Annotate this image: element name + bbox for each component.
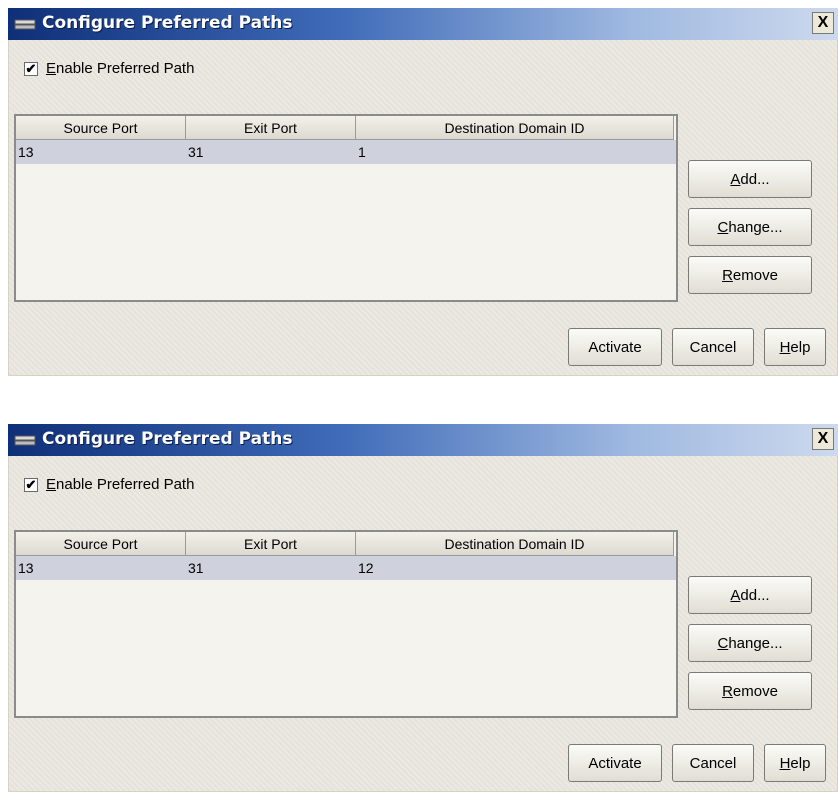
- label-mnemonic: E: [46, 60, 57, 77]
- help-mnemonic: H: [779, 338, 791, 356]
- enable-preferred-path-checkbox[interactable]: ✔: [24, 61, 38, 76]
- add-button[interactable]: Add...: [688, 576, 812, 614]
- remove-label: emove: [732, 266, 778, 284]
- checkmark-icon: ✔: [25, 477, 37, 492]
- cell-exit-port: 31: [188, 560, 204, 576]
- configure-preferred-paths-dialog: Configure Preferred Paths X ✔ Enable Pre…: [8, 8, 838, 376]
- table-header: Source Port Exit Port Destination Domain…: [16, 116, 676, 140]
- cell-exit-port: 31: [188, 144, 204, 160]
- cell-destination-domain-id: 1: [358, 144, 366, 160]
- column-header-source-port[interactable]: Source Port: [16, 532, 186, 556]
- configure-preferred-paths-dialog: Configure Preferred Paths X ✔ Enable Pre…: [8, 424, 838, 792]
- window-app-icon: [14, 435, 36, 446]
- column-header-exit-port[interactable]: Exit Port: [186, 532, 356, 556]
- bottom-buttons: Activate Cancel Help: [568, 744, 826, 782]
- title-bar[interactable]: Configure Preferred Paths X: [8, 8, 838, 40]
- column-header-destination-domain-id[interactable]: Destination Domain ID: [356, 532, 674, 556]
- dialog-title: Configure Preferred Paths: [42, 429, 293, 449]
- change-label: hange...: [728, 218, 783, 236]
- add-button[interactable]: Add...: [688, 160, 812, 198]
- help-button[interactable]: Help: [764, 744, 826, 782]
- change-mnemonic: C: [717, 634, 729, 652]
- help-label: elp: [790, 754, 811, 772]
- enable-preferred-path-row[interactable]: ✔ Enable Preferred Path: [24, 60, 194, 77]
- preferred-paths-table[interactable]: Source Port Exit Port Destination Domain…: [14, 114, 678, 302]
- help-label: elp: [790, 338, 811, 356]
- add-label: dd...: [740, 170, 770, 188]
- side-buttons: Add... Change... Remove: [688, 576, 812, 710]
- column-header-exit-port[interactable]: Exit Port: [186, 116, 356, 140]
- checkmark-icon: ✔: [25, 61, 37, 76]
- remove-mnemonic: R: [722, 682, 733, 700]
- add-mnemonic: A: [730, 170, 741, 188]
- help-button[interactable]: Help: [764, 328, 826, 366]
- column-header-destination-domain-id[interactable]: Destination Domain ID: [356, 116, 674, 140]
- change-mnemonic: C: [717, 218, 729, 236]
- label-rest: nable Preferred Path: [56, 476, 195, 493]
- remove-button[interactable]: Remove: [688, 672, 812, 710]
- cell-source-port: 13: [18, 560, 34, 576]
- side-buttons: Add... Change... Remove: [688, 160, 812, 294]
- activate-button[interactable]: Activate: [568, 328, 662, 366]
- enable-preferred-path-label[interactable]: Enable Preferred Path: [46, 476, 194, 493]
- label-rest: nable Preferred Path: [56, 60, 195, 77]
- activate-button[interactable]: Activate: [568, 744, 662, 782]
- table-row[interactable]: 13 31 1: [16, 140, 676, 164]
- close-icon[interactable]: X: [812, 428, 834, 450]
- table-header: Source Port Exit Port Destination Domain…: [16, 532, 676, 556]
- cancel-button[interactable]: Cancel: [672, 744, 754, 782]
- cell-destination-domain-id: 12: [358, 560, 374, 576]
- change-button[interactable]: Change...: [688, 208, 812, 246]
- add-mnemonic: A: [730, 586, 741, 604]
- bottom-buttons: Activate Cancel Help: [568, 328, 826, 366]
- column-header-source-port[interactable]: Source Port: [16, 116, 186, 140]
- cell-source-port: 13: [18, 144, 34, 160]
- close-label: X: [817, 14, 829, 31]
- remove-label: emove: [732, 682, 778, 700]
- enable-preferred-path-label[interactable]: Enable Preferred Path: [46, 60, 194, 77]
- change-button[interactable]: Change...: [688, 624, 812, 662]
- preferred-paths-table[interactable]: Source Port Exit Port Destination Domain…: [14, 530, 678, 718]
- window-app-icon: [14, 19, 36, 30]
- help-mnemonic: H: [779, 754, 791, 772]
- cancel-button[interactable]: Cancel: [672, 328, 754, 366]
- title-bar[interactable]: Configure Preferred Paths X: [8, 424, 838, 456]
- add-label: dd...: [740, 586, 770, 604]
- table-row[interactable]: 13 31 12: [16, 556, 676, 580]
- remove-button[interactable]: Remove: [688, 256, 812, 294]
- change-label: hange...: [728, 634, 783, 652]
- dialog-title: Configure Preferred Paths: [42, 13, 293, 33]
- remove-mnemonic: R: [722, 266, 733, 284]
- enable-preferred-path-checkbox[interactable]: ✔: [24, 477, 38, 492]
- label-mnemonic: E: [46, 476, 57, 493]
- close-label: X: [817, 430, 829, 447]
- enable-preferred-path-row[interactable]: ✔ Enable Preferred Path: [24, 476, 194, 493]
- close-icon[interactable]: X: [812, 12, 834, 34]
